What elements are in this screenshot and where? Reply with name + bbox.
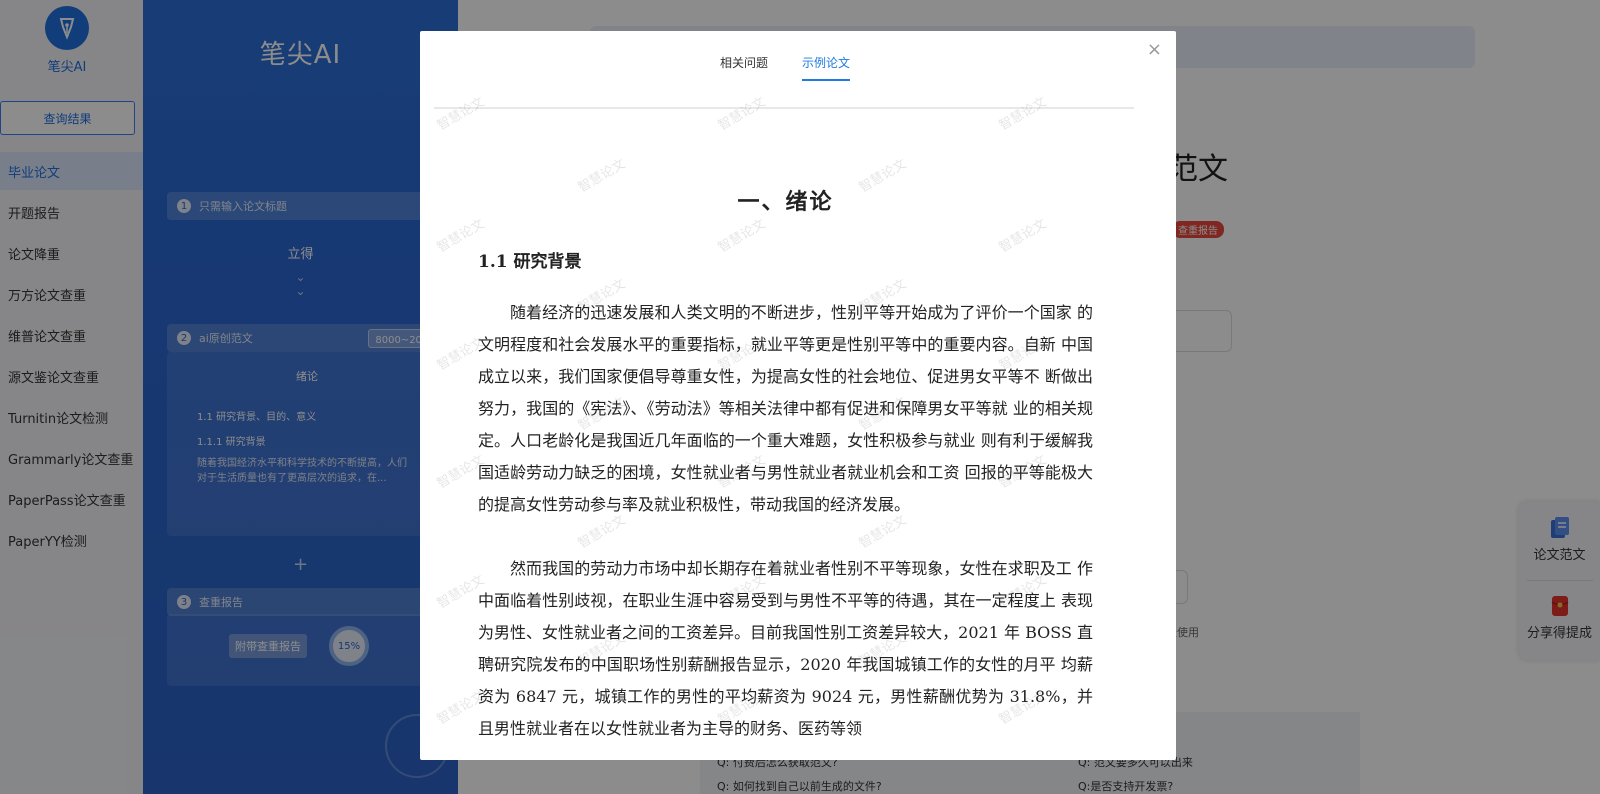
watermark: 智慧论文 <box>715 216 769 256</box>
close-icon[interactable]: × <box>1147 39 1162 60</box>
paper-section-title: 1.1 研究背景 <box>478 252 582 272</box>
modal-tabs: 相关问题 示例论文 <box>434 47 1134 109</box>
paper-paragraph: 随着经济的迅速发展和人类文明的不断进步，性别平等开始成为了评价一个国家 的文明程… <box>478 303 1093 514</box>
tab-example-paper[interactable]: 示例论文 <box>802 54 851 81</box>
paper-chapter-title: 一、绪论 <box>737 189 834 215</box>
tab-related-questions[interactable]: 相关问题 <box>720 54 768 79</box>
paper-paragraph: 然而我国的劳动力市场中却长期存在着就业者性别不平等现象，女性在求职及工 作中面临… <box>478 559 1093 738</box>
watermark: 智慧论文 <box>996 216 1050 256</box>
example-paper-modal: × 相关问题 示例论文 智慧论文 智慧论文 智慧论文 智慧论文 智慧论文 智慧论… <box>420 31 1176 760</box>
